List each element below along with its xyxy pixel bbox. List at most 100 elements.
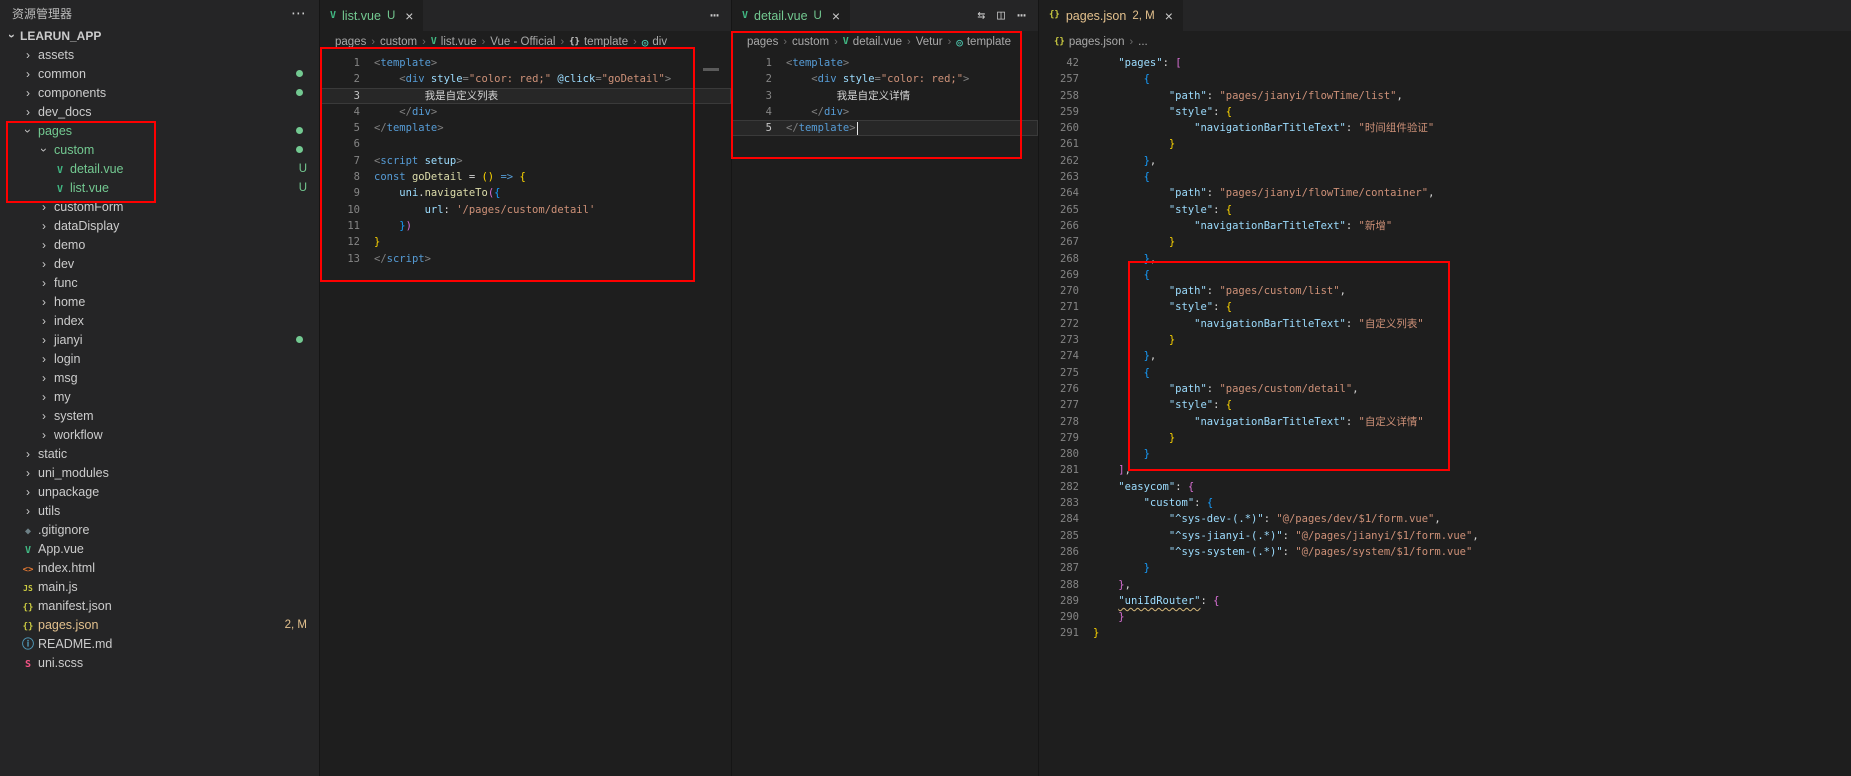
- breadcrumb-item[interactable]: Vlist.vue: [431, 36, 477, 48]
- code-editor-list-vue[interactable]: 1<template>2 <div style="color: red;" @c…: [320, 53, 731, 776]
- tree-item-uni.scss[interactable]: Suni.scss: [0, 653, 319, 672]
- code-line[interactable]: 2 <div style="color: red;" @click="goDet…: [320, 71, 731, 87]
- tree-item-App.vue[interactable]: VApp.vue: [0, 539, 319, 558]
- tab-detail.vue[interactable]: Vdetail.vueU×: [732, 0, 850, 31]
- code-line[interactable]: 284 "^sys-dev-(.*)": "@/pages/dev/$1/for…: [1039, 511, 1851, 527]
- breadcrumb-item[interactable]: Vetur: [916, 36, 943, 48]
- tree-item-index.html[interactable]: <>index.html: [0, 558, 319, 577]
- code-line[interactable]: 283 "custom": {: [1039, 495, 1851, 511]
- close-icon[interactable]: ×: [832, 8, 840, 24]
- tree-item-system[interactable]: ›system: [0, 406, 319, 425]
- code-line[interactable]: 265 "style": {: [1039, 202, 1851, 218]
- tree-item-msg[interactable]: ›msg: [0, 368, 319, 387]
- code-line[interactable]: 1<template>: [732, 55, 1038, 71]
- code-line[interactable]: 1<template>: [320, 55, 731, 71]
- code-line[interactable]: 42 "pages": [: [1039, 55, 1851, 71]
- breadcrumb-item[interactable]: pages: [335, 36, 366, 48]
- breadcrumb-item[interactable]: Vdetail.vue: [843, 36, 902, 48]
- code-line[interactable]: 276 "path": "pages/custom/detail",: [1039, 381, 1851, 397]
- code-line[interactable]: 272 "navigationBarTitleText": "自定义列表": [1039, 316, 1851, 332]
- breadcrumb-item[interactable]: Vue - Official: [490, 36, 555, 48]
- tree-item-assets[interactable]: ›assets: [0, 45, 319, 64]
- code-line[interactable]: 289 "uniIdRouter": {: [1039, 593, 1851, 609]
- code-line[interactable]: 269 {: [1039, 267, 1851, 283]
- minimap-slider[interactable]: [703, 68, 719, 71]
- tree-item-dataDisplay[interactable]: ›dataDisplay: [0, 216, 319, 235]
- code-line[interactable]: 4 </div>: [732, 104, 1038, 120]
- code-line[interactable]: 259 "style": {: [1039, 104, 1851, 120]
- tree-item-demo[interactable]: ›demo: [0, 235, 319, 254]
- tree-item-components[interactable]: ›components: [0, 83, 319, 102]
- code-line[interactable]: 258 "path": "pages/jianyi/flowTime/list"…: [1039, 88, 1851, 104]
- code-line[interactable]: 266 "navigationBarTitleText": "新增": [1039, 218, 1851, 234]
- breadcrumb-item[interactable]: ...: [1138, 36, 1148, 48]
- code-line[interactable]: 279 }: [1039, 430, 1851, 446]
- code-line[interactable]: 262 },: [1039, 153, 1851, 169]
- code-line[interactable]: 10 url: '/pages/custom/detail': [320, 202, 731, 218]
- code-line[interactable]: 8const goDetail = () => {: [320, 169, 731, 185]
- tab-list.vue[interactable]: Vlist.vueU×: [320, 0, 423, 31]
- code-line[interactable]: 4 </div>: [320, 104, 731, 120]
- tree-item-func[interactable]: ›func: [0, 273, 319, 292]
- code-line[interactable]: 285 "^sys-jianyi-(.*)": "@/pages/jianyi/…: [1039, 528, 1851, 544]
- code-line[interactable]: 271 "style": {: [1039, 299, 1851, 315]
- code-editor-pages-json[interactable]: 42 "pages": [257 {258 "path": "pages/jia…: [1039, 53, 1851, 776]
- code-line[interactable]: 3 我是自定义详情: [732, 88, 1038, 104]
- tree-root-folder[interactable]: › LEARUN_APP: [0, 26, 319, 45]
- code-line[interactable]: 286 "^sys-system-(.*)": "@/pages/system/…: [1039, 544, 1851, 560]
- code-line[interactable]: 264 "path": "pages/jianyi/flowTime/conta…: [1039, 185, 1851, 201]
- breadcrumb-item[interactable]: custom: [380, 36, 417, 48]
- tab-pages.json[interactable]: {}pages.json2, M×: [1039, 0, 1183, 31]
- code-line[interactable]: 275 {: [1039, 365, 1851, 381]
- code-line[interactable]: 6: [320, 136, 731, 152]
- code-line[interactable]: 268 },: [1039, 251, 1851, 267]
- tree-item-custom[interactable]: ›custom: [0, 140, 319, 159]
- code-line[interactable]: 257 {: [1039, 71, 1851, 87]
- code-line[interactable]: 5</template>: [732, 120, 1038, 136]
- tree-item-main.js[interactable]: JSmain.js: [0, 577, 319, 596]
- code-line[interactable]: 267 }: [1039, 234, 1851, 250]
- breadcrumb-item[interactable]: ◎div: [642, 36, 667, 48]
- tree-item-unpackage[interactable]: ›unpackage: [0, 482, 319, 501]
- code-editor-detail-vue[interactable]: 1<template>2 <div style="color: red;">3 …: [732, 53, 1038, 776]
- close-icon[interactable]: ×: [1165, 8, 1173, 24]
- code-line[interactable]: 13</script>: [320, 251, 731, 267]
- code-line[interactable]: 7<script setup>: [320, 153, 731, 169]
- explorer-more-actions-icon[interactable]: ⋯: [291, 4, 307, 22]
- code-line[interactable]: 290 }: [1039, 609, 1851, 625]
- tree-item-customForm[interactable]: ›customForm: [0, 197, 319, 216]
- tree-item-login[interactable]: ›login: [0, 349, 319, 368]
- tree-item-home[interactable]: ›home: [0, 292, 319, 311]
- tree-item-detail.vue[interactable]: Vdetail.vueU: [0, 159, 319, 178]
- breadcrumb-item[interactable]: pages: [747, 36, 778, 48]
- tree-item-dev_docs[interactable]: ›dev_docs: [0, 102, 319, 121]
- code-line[interactable]: 11 }): [320, 218, 731, 234]
- code-line[interactable]: 273 }: [1039, 332, 1851, 348]
- tree-item-pages.json[interactable]: {}pages.json2, M: [0, 615, 319, 634]
- code-line[interactable]: 260 "navigationBarTitleText": "时间组件验证": [1039, 120, 1851, 136]
- code-line[interactable]: 5</template>: [320, 120, 731, 136]
- more-actions-icon[interactable]: ⋯: [1017, 8, 1026, 23]
- code-line[interactable]: 281 ],: [1039, 462, 1851, 478]
- tree-item-common[interactable]: ›common: [0, 64, 319, 83]
- code-line[interactable]: 270 "path": "pages/custom/list",: [1039, 283, 1851, 299]
- code-line[interactable]: 277 "style": {: [1039, 397, 1851, 413]
- code-line[interactable]: 12}: [320, 234, 731, 250]
- code-line[interactable]: 291}: [1039, 625, 1851, 641]
- tree-item-utils[interactable]: ›utils: [0, 501, 319, 520]
- code-line[interactable]: 288 },: [1039, 577, 1851, 593]
- code-line[interactable]: 263 {: [1039, 169, 1851, 185]
- close-icon[interactable]: ×: [405, 8, 413, 24]
- tree-item-index[interactable]: ›index: [0, 311, 319, 330]
- code-line[interactable]: 261 }: [1039, 136, 1851, 152]
- breadcrumb-item[interactable]: {}pages.json: [1054, 36, 1124, 48]
- tree-item-uni_modules[interactable]: ›uni_modules: [0, 463, 319, 482]
- tree-item-dev[interactable]: ›dev: [0, 254, 319, 273]
- code-line[interactable]: 3 我是自定义列表: [320, 88, 731, 104]
- tree-item-pages[interactable]: ›pages: [0, 121, 319, 140]
- code-line[interactable]: 282 "easycom": {: [1039, 479, 1851, 495]
- more-actions-icon[interactable]: ⋯: [710, 8, 719, 23]
- code-line[interactable]: 9 uni.navigateTo({: [320, 185, 731, 201]
- code-line[interactable]: 278 "navigationBarTitleText": "自定义详情": [1039, 414, 1851, 430]
- tree-item-my[interactable]: ›my: [0, 387, 319, 406]
